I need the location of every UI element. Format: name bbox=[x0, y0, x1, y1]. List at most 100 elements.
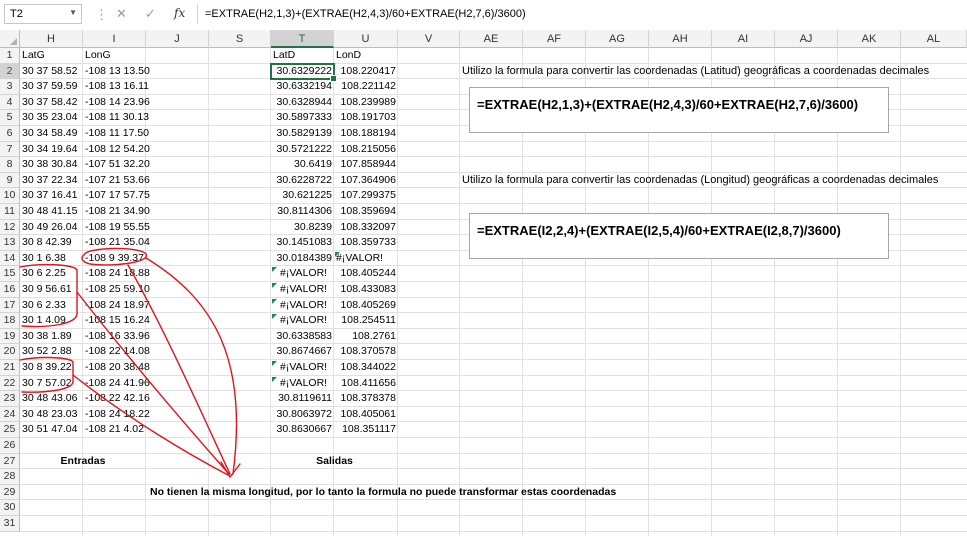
cell-lond[interactable]: 107.364906 bbox=[334, 173, 398, 188]
table-header-long[interactable]: LonG bbox=[83, 48, 146, 63]
error-indicator-icon[interactable] bbox=[272, 361, 277, 366]
cell-lond[interactable]: 108.405244 bbox=[334, 266, 398, 281]
cell-latg[interactable]: 30 6 2.33 bbox=[20, 298, 83, 313]
row-header-7[interactable]: 7 bbox=[0, 141, 20, 158]
cell-latd[interactable]: 30.8114306 bbox=[271, 204, 334, 219]
cell-long[interactable]: -108 11 17.50 bbox=[83, 126, 149, 141]
cell-latd[interactable]: #¡VALOR! bbox=[271, 298, 334, 313]
cell-lond[interactable]: 108.254511 bbox=[334, 313, 398, 328]
cell-latg[interactable]: 30 37 16.41 bbox=[20, 188, 83, 203]
row-header-29[interactable]: 29 bbox=[0, 484, 20, 501]
error-indicator-icon[interactable] bbox=[272, 298, 277, 304]
cell-latg[interactable]: 30 34 19.64 bbox=[20, 142, 83, 157]
column-header-ai[interactable]: AI bbox=[712, 30, 775, 48]
drag-handle-icon[interactable]: ⋮ bbox=[95, 7, 108, 23]
table-header-lond[interactable]: LonD bbox=[334, 48, 398, 63]
cell-long[interactable]: -108 11 30.13 bbox=[83, 110, 149, 125]
cell-latg[interactable]: 30 48 43.06 bbox=[20, 391, 83, 406]
cell-latd[interactable]: #¡VALOR! bbox=[271, 376, 334, 391]
column-header-af[interactable]: AF bbox=[523, 30, 586, 48]
cell-latd[interactable]: 30.8239 bbox=[271, 220, 334, 235]
cell-lond[interactable]: 108.188194 bbox=[334, 126, 398, 141]
cell-latg[interactable]: 30 38 30.84 bbox=[20, 157, 83, 172]
row-header-26[interactable]: 26 bbox=[0, 438, 20, 454]
cell-long[interactable]: -108 16 33.96 bbox=[83, 329, 150, 344]
cell-latd[interactable]: 30.5721222 bbox=[271, 142, 334, 157]
cell-latd[interactable]: 30.8674667 bbox=[271, 344, 334, 359]
column-header-ae[interactable]: AE bbox=[460, 30, 523, 48]
cell-long[interactable]: -108 24 41.96 bbox=[83, 376, 150, 391]
row-header-3[interactable]: 3 bbox=[0, 79, 20, 95]
cell-latg[interactable]: 30 37 58.52 bbox=[20, 64, 83, 79]
cell-latd[interactable]: 30.8119611 bbox=[271, 391, 334, 406]
cell-latg[interactable]: 30 52 2.88 bbox=[20, 344, 83, 359]
cell-latg[interactable]: 30 1 6.38 bbox=[20, 251, 83, 266]
cell-long[interactable]: -108 15 16.24 bbox=[83, 313, 150, 328]
row-header-15[interactable]: 15 bbox=[0, 266, 20, 282]
cell-lond[interactable]: 108.405269 bbox=[334, 298, 398, 313]
cell-latg[interactable]: 30 51 47.04 bbox=[20, 422, 83, 437]
cell-lond[interactable]: #¡VALOR! bbox=[334, 251, 398, 266]
cell-long[interactable]: -108 21 34.90 bbox=[83, 204, 150, 219]
cell-latd[interactable]: 30.8063972 bbox=[271, 407, 334, 422]
cell-long[interactable]: -108 24 18.97 bbox=[83, 298, 150, 313]
cell-long[interactable]: -107 17 57.75 bbox=[83, 188, 150, 203]
error-indicator-icon[interactable] bbox=[335, 251, 340, 257]
cell-lond[interactable]: 107.858944 bbox=[334, 157, 398, 172]
cell-long[interactable]: -108 13 16.11 bbox=[83, 79, 149, 94]
cell-latd[interactable]: 30.6419 bbox=[271, 157, 334, 172]
cell-latd[interactable]: 30.5897333 bbox=[271, 110, 334, 125]
row-header-31[interactable]: 31 bbox=[0, 516, 20, 532]
cell-latd[interactable]: #¡VALOR! bbox=[271, 282, 334, 297]
row-header-6[interactable]: 6 bbox=[0, 126, 20, 142]
cell-latd[interactable]: #¡VALOR! bbox=[271, 266, 334, 281]
worksheet-grid[interactable]: H I J S T U V AE AF AG AH AI AJ AK AL 1 2 3 4 5 6 7 8 9 10 11 12 13… bbox=[0, 30, 967, 536]
error-indicator-icon[interactable] bbox=[272, 376, 277, 382]
column-header-j[interactable]: J bbox=[146, 30, 209, 48]
row-header-12[interactable]: 12 bbox=[0, 219, 20, 236]
cell-latg[interactable]: 30 38 1.89 bbox=[20, 329, 83, 344]
cell-lond[interactable]: 108.215056 bbox=[334, 142, 398, 157]
cell-long[interactable]: -108 21 35.04 bbox=[83, 235, 150, 250]
row-header-22[interactable]: 22 bbox=[0, 375, 20, 392]
column-header-ah[interactable]: AH bbox=[649, 30, 712, 48]
cell-lond[interactable]: 108.191703 bbox=[334, 110, 398, 125]
name-box[interactable]: T2 ▼ bbox=[4, 4, 82, 24]
cell-latg[interactable]: 30 37 22.34 bbox=[20, 173, 83, 188]
cell-long[interactable]: -108 22 14.08 bbox=[83, 344, 150, 359]
cell-lond[interactable]: 108.351117 bbox=[334, 422, 398, 437]
cell-long[interactable]: -107 21 53.66 bbox=[83, 173, 150, 188]
enter-icon[interactable]: ✓ bbox=[145, 6, 156, 22]
cell-long[interactable]: -108 22 42.16 bbox=[83, 391, 150, 406]
row-header-10[interactable]: 10 bbox=[0, 188, 20, 204]
column-header-v[interactable]: V bbox=[398, 30, 460, 48]
table-header-latd[interactable]: LatD bbox=[271, 48, 334, 63]
cell-long[interactable]: -108 21 4.02 bbox=[83, 422, 146, 437]
cell-latd[interactable]: #¡VALOR! bbox=[271, 313, 334, 328]
row-header-28[interactable]: 28 bbox=[0, 469, 20, 485]
cell-long[interactable]: -108 19 55.55 bbox=[83, 220, 150, 235]
cell-long[interactable]: -108 24 18.88 bbox=[83, 266, 150, 281]
row-header-13[interactable]: 13 bbox=[0, 235, 20, 251]
row-header-17[interactable]: 17 bbox=[0, 297, 20, 314]
column-header-i[interactable]: I bbox=[83, 30, 146, 48]
column-header-aj[interactable]: AJ bbox=[775, 30, 838, 48]
cell-lond[interactable]: 108.344022 bbox=[334, 360, 398, 375]
cell-lond[interactable]: 108.370578 bbox=[334, 344, 398, 359]
row-header-9[interactable]: 9 bbox=[0, 172, 20, 189]
row-header-1[interactable]: 1 bbox=[0, 48, 20, 64]
row-header-2[interactable]: 2 bbox=[0, 63, 20, 80]
cell-latd[interactable]: 30.0184389 bbox=[271, 251, 334, 266]
select-all-button[interactable] bbox=[0, 30, 20, 48]
row-header-8[interactable]: 8 bbox=[0, 157, 20, 173]
cell-latg[interactable]: 30 34 58.49 bbox=[20, 126, 83, 141]
row-header-4[interactable]: 4 bbox=[0, 94, 20, 111]
cell-lond[interactable]: 108.405061 bbox=[334, 407, 398, 422]
column-header-h[interactable]: H bbox=[20, 30, 83, 48]
error-indicator-icon[interactable] bbox=[272, 314, 277, 320]
cell-latd[interactable]: 30.6332194 bbox=[271, 79, 334, 94]
row-header-11[interactable]: 11 bbox=[0, 204, 20, 220]
formula-input[interactable]: =EXTRAE(H2,1,3)+(EXTRAE(H2,4,3)/60+EXTRA… bbox=[197, 4, 962, 24]
column-header-ag[interactable]: AG bbox=[586, 30, 649, 48]
cell-long[interactable]: -108 9 39.37 bbox=[83, 251, 146, 266]
